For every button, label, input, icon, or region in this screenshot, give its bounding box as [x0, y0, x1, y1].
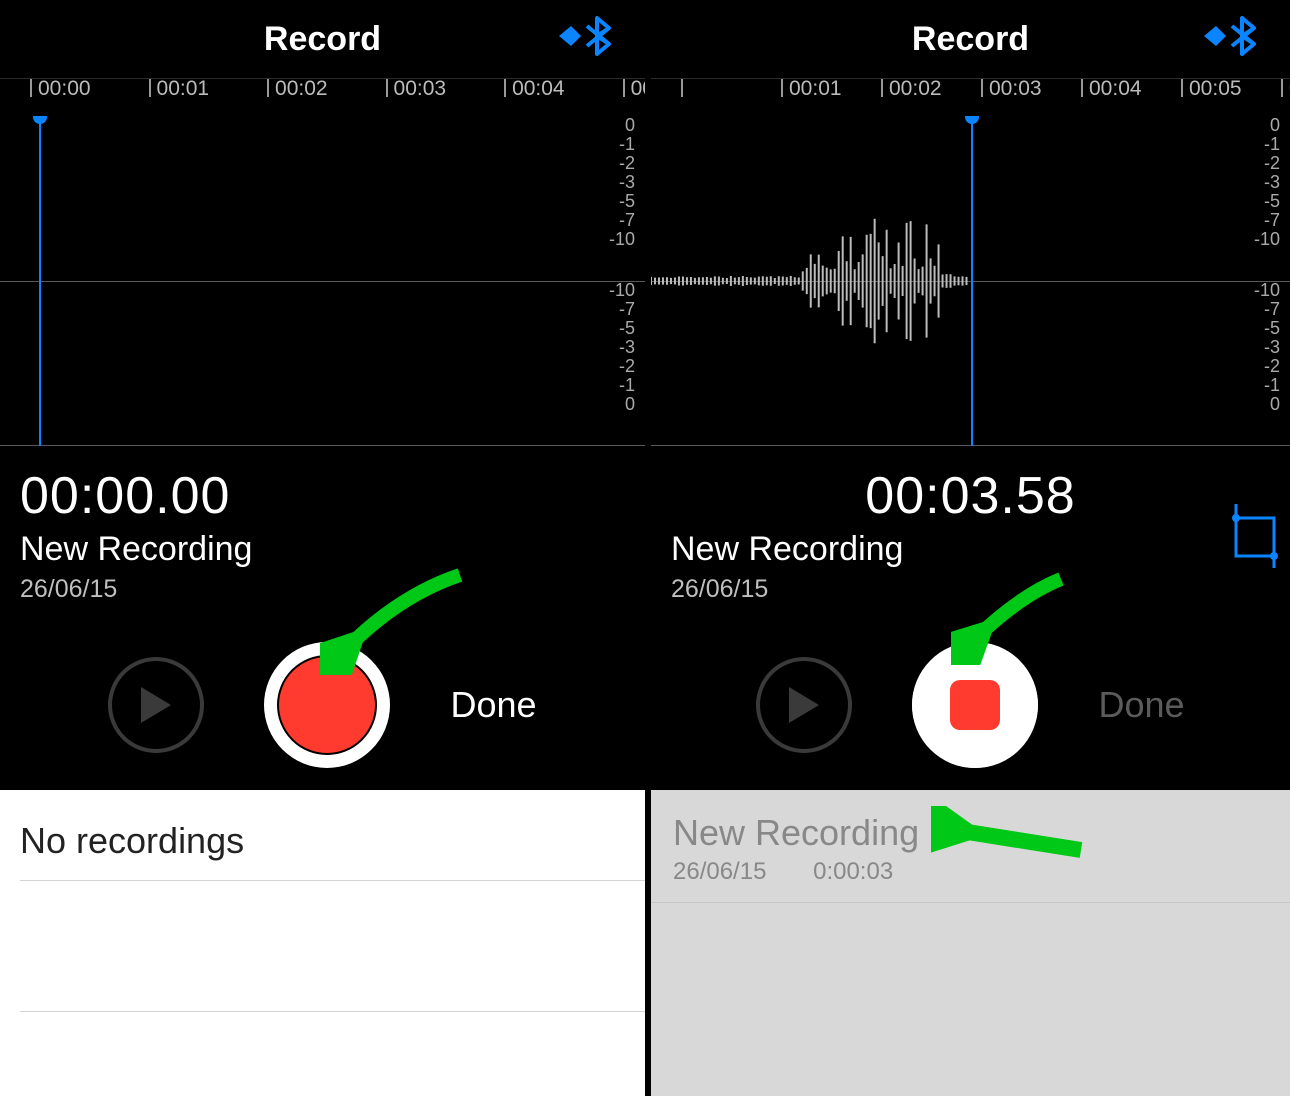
- db-label: -7: [1254, 211, 1280, 230]
- panel-during: Record 00:0100:0200:0300:0400:0500:06 0-…: [645, 0, 1290, 1096]
- db-label: -10: [609, 281, 635, 300]
- recordings-list[interactable]: No recordings: [0, 790, 645, 1096]
- db-scale-bottom: -10-7-5-3-2-10: [1254, 281, 1280, 414]
- header: Record: [651, 0, 1290, 78]
- db-label: -3: [609, 173, 635, 192]
- page-title: Record: [264, 20, 381, 59]
- recordings-list[interactable]: New Recording 26/06/15 0:00:03: [651, 790, 1290, 1096]
- header: Record: [0, 0, 645, 78]
- playhead[interactable]: [39, 116, 41, 446]
- panel-before: Record 00:0000:0100:0200:0300:0400:05 0-…: [0, 0, 645, 1096]
- controls-row: Done: [651, 620, 1290, 790]
- record-button[interactable]: [264, 642, 390, 768]
- db-label: 0: [609, 116, 635, 135]
- ruler-label: 00:01: [789, 78, 842, 101]
- crop-annotation-icon: [1224, 500, 1284, 570]
- play-button[interactable]: [108, 657, 204, 753]
- ruler-label: 00:00: [38, 78, 91, 101]
- db-scale-top: 0-1-2-3-5-7-10: [1254, 116, 1280, 249]
- recording-date: 26/06/15: [671, 575, 1270, 604]
- elapsed-time: 00:00.00: [20, 466, 625, 526]
- controls-row: Done: [0, 620, 645, 790]
- timeline-ruler[interactable]: 00:0100:0200:0300:0400:0500:06: [651, 78, 1290, 116]
- db-label: -7: [609, 300, 635, 319]
- record-circle-icon: [277, 655, 377, 755]
- db-label: -3: [1254, 173, 1280, 192]
- db-label: -5: [1254, 192, 1280, 211]
- waveform-area[interactable]: 0-1-2-3-5-7-10 -10-7-5-3-2-10: [651, 116, 1290, 446]
- db-label: -10: [609, 230, 635, 249]
- ruler-label: 00:05: [1189, 78, 1242, 101]
- waveform-area[interactable]: 0-1-2-3-5-7-10 -10-7-5-3-2-10: [0, 116, 645, 446]
- db-label: -5: [1254, 319, 1280, 338]
- db-label: -10: [1254, 230, 1280, 249]
- ruler-label: 00:04: [512, 78, 565, 101]
- bluetooth-audio-icon[interactable]: [1202, 14, 1262, 58]
- list-item[interactable]: New Recording 26/06/15 0:00:03: [651, 790, 1290, 903]
- elapsed-time: 00:03.58: [671, 466, 1270, 526]
- ruler-label: 00:03: [394, 78, 447, 101]
- ruler-label: 00:02: [889, 78, 942, 101]
- db-label: -1: [609, 376, 635, 395]
- ruler-label: 00:05: [631, 78, 645, 101]
- ruler-label: 00:03: [989, 78, 1042, 101]
- db-label: -7: [1254, 300, 1280, 319]
- db-label: -3: [1254, 338, 1280, 357]
- db-label: -1: [609, 135, 635, 154]
- db-label: 0: [1254, 116, 1280, 135]
- db-label: -2: [1254, 154, 1280, 173]
- ruler-label: 00:04: [1089, 78, 1142, 101]
- db-scale-bottom: -10-7-5-3-2-10: [609, 281, 635, 414]
- db-label: -2: [609, 357, 635, 376]
- done-button[interactable]: Done: [450, 684, 536, 726]
- page-title: Record: [912, 20, 1029, 59]
- db-label: -2: [1254, 357, 1280, 376]
- db-label: -1: [1254, 135, 1280, 154]
- db-label: -7: [609, 211, 635, 230]
- playhead[interactable]: [971, 116, 973, 446]
- db-label: 0: [1254, 395, 1280, 414]
- db-label: 0: [609, 395, 635, 414]
- stop-record-button[interactable]: [912, 642, 1038, 768]
- ruler-label: 00:02: [275, 78, 328, 101]
- db-label: -2: [609, 154, 635, 173]
- list-item-date: 26/06/15: [673, 858, 766, 885]
- done-button: Done: [1098, 684, 1184, 726]
- empty-message: No recordings: [0, 790, 645, 880]
- db-label: -10: [1254, 281, 1280, 300]
- db-label: -5: [609, 319, 635, 338]
- timeline-ruler[interactable]: 00:00 00:01 00:02 00:03 00:04 00:05: [0, 78, 645, 116]
- recording-date: 26/06/15: [20, 575, 625, 604]
- ruler-label: 00:01: [157, 78, 210, 101]
- recording-name[interactable]: New Recording: [20, 530, 625, 569]
- db-scale-top: 0-1-2-3-5-7-10: [609, 116, 635, 249]
- list-item-duration: 0:00:03: [813, 858, 893, 885]
- db-label: -5: [609, 192, 635, 211]
- recording-name[interactable]: New Recording: [671, 530, 1270, 569]
- list-item-title: New Recording: [673, 812, 1268, 854]
- play-button[interactable]: [756, 657, 852, 753]
- db-label: -3: [609, 338, 635, 357]
- bluetooth-audio-icon[interactable]: [557, 14, 617, 58]
- db-label: -1: [1254, 376, 1280, 395]
